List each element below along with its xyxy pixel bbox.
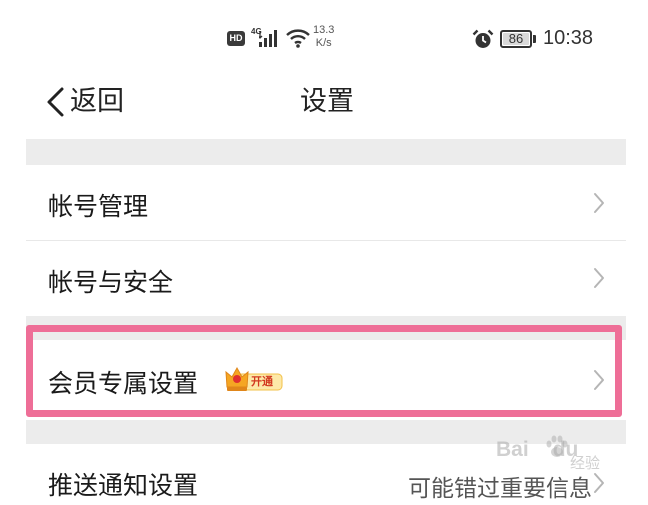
speed-unit: K/s <box>315 37 332 49</box>
battery-icon: 86 <box>500 30 532 48</box>
chevron-right-icon <box>594 473 604 493</box>
chevron-right-icon <box>594 193 604 213</box>
settings-row-account-management[interactable]: 帐号管理 <box>26 165 626 240</box>
watermark-sub: 经验 <box>570 454 601 472</box>
network-speed: 13.3 K/s <box>313 24 334 50</box>
settings-row-label: 帐号管理 <box>48 192 149 221</box>
battery-tip <box>533 35 536 43</box>
speed-value: 13.3 <box>313 24 335 36</box>
chevron-right-icon <box>594 268 604 288</box>
settings-row-label: 推送通知设置 <box>48 471 199 500</box>
settings-row-value: 可能错过重要信息 <box>408 476 592 502</box>
paw-icon <box>546 435 568 457</box>
highlight-box <box>26 325 622 417</box>
wifi-icon <box>286 29 310 48</box>
battery-level: 86 <box>508 31 524 46</box>
cell-signal-icon <box>259 30 277 47</box>
watermark-brand: Bai <box>496 438 529 461</box>
section-gap <box>26 139 626 165</box>
page-title: 设置 <box>300 86 354 117</box>
status-time: 10:38 <box>543 27 594 49</box>
settings-row-account-security[interactable]: 帐号与安全 <box>26 241 626 316</box>
alarm-icon <box>472 29 494 48</box>
settings-row-label: 帐号与安全 <box>48 268 174 297</box>
status-bar: HD 4G 13.3 K/s 86 10:38 <box>0 0 648 78</box>
hd-voice-icon: HD <box>227 31 245 46</box>
